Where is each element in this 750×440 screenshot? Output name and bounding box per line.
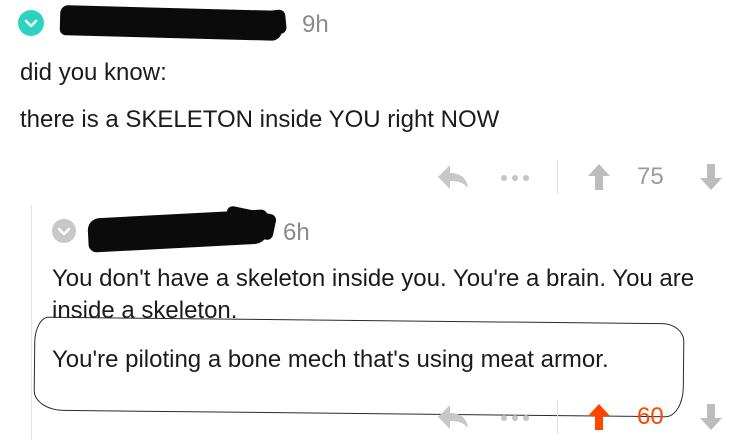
reply-paragraph-2: You're piloting a bone mech that's using… (52, 346, 609, 373)
action-divider (557, 400, 558, 434)
upvote-arrow-icon[interactable] (584, 160, 614, 194)
reply-arrow-icon[interactable] (436, 400, 470, 434)
action-divider (557, 160, 558, 194)
score: 60 (637, 403, 664, 430)
collapse-badge-icon[interactable] (18, 10, 44, 36)
upvote-arrow-icon[interactable] (584, 400, 614, 434)
score: 75 (637, 163, 664, 190)
comment-line-2: there is a SKELETON inside YOU right NOW (20, 106, 500, 133)
reply-arrow-icon[interactable] (436, 160, 470, 194)
timestamp: 9h (302, 11, 329, 38)
downvote-arrow-icon[interactable] (696, 400, 726, 434)
collapse-badge-icon[interactable] (52, 219, 76, 243)
comment-line-1: did you know: (20, 59, 167, 86)
thread-line (31, 205, 32, 440)
ellipsis-icon[interactable] (498, 408, 532, 428)
timestamp: 6h (283, 219, 310, 246)
ellipsis-icon[interactable] (498, 168, 532, 188)
downvote-arrow-icon[interactable] (696, 160, 726, 194)
